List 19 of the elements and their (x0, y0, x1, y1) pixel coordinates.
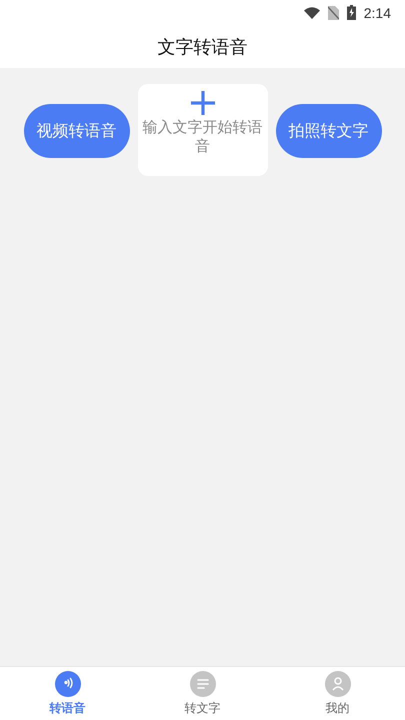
person-icon (324, 670, 350, 696)
tab-label: 我的 (326, 700, 350, 716)
input-placeholder: 输入文字开始转语音 (142, 118, 264, 156)
page-title: 文字转语音 (158, 36, 248, 58)
battery-charging-icon (346, 5, 356, 20)
nav-tab[interactable]: 我的 (270, 667, 405, 720)
video-to-speech-button[interactable]: 视频转语音 (24, 104, 130, 158)
tab-label: 转语音 (50, 700, 86, 716)
clock-time: 2:14 (364, 4, 391, 20)
photo-to-text-button[interactable]: 拍照转文字 (276, 104, 382, 158)
plus-icon (190, 90, 216, 116)
no-sim-icon (328, 6, 339, 20)
text-input-card[interactable]: 输入文字开始转语音 (138, 84, 268, 176)
nav-tab[interactable]: 转语音 (0, 667, 135, 720)
tab-label: 转文字 (184, 700, 220, 716)
wifi-icon (304, 6, 320, 18)
text-lines-icon (190, 670, 216, 696)
nav-tab[interactable]: 转文字 (135, 667, 270, 720)
sound-wave-icon (54, 670, 80, 696)
